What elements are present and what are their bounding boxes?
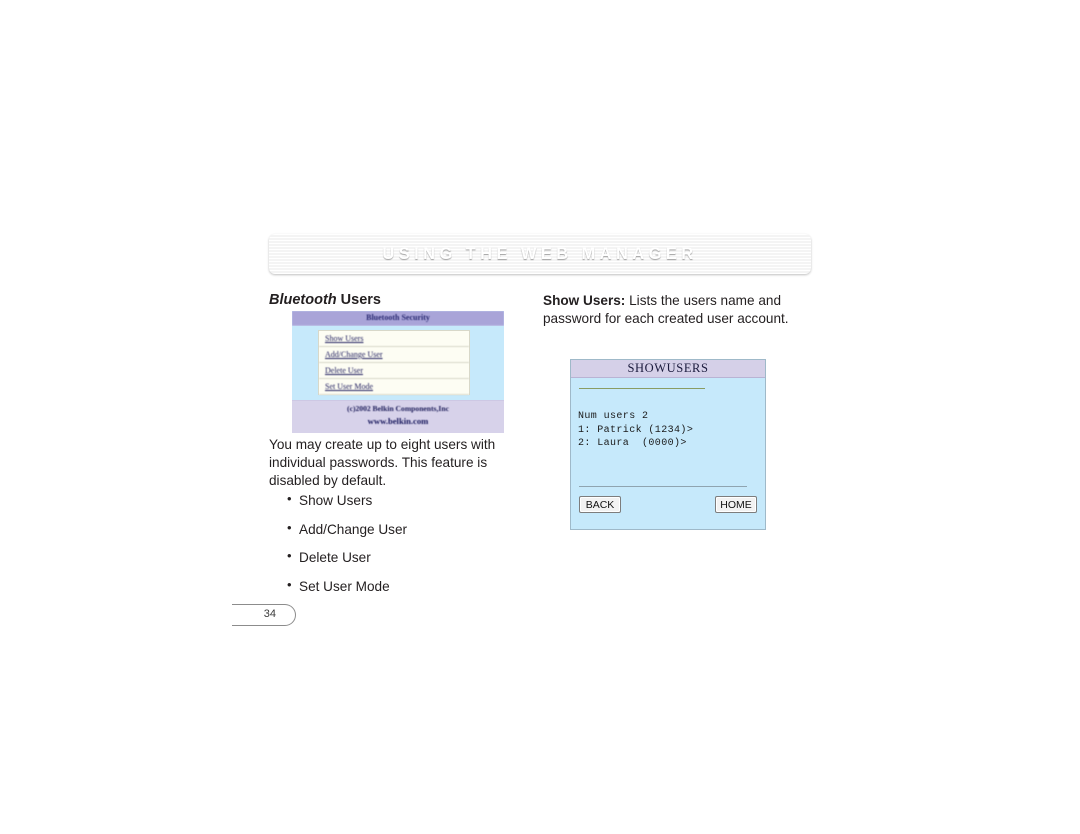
section-heading-emphasis: Bluetooth xyxy=(269,292,337,308)
page-number-tab: 34 xyxy=(232,604,296,626)
web-manager-screenshot: Bluetooth Security Show Users Add/Change… xyxy=(292,311,504,433)
web-menu-link-show-users: Show Users xyxy=(325,334,364,343)
bullet-add-change-user: Add/Change User xyxy=(287,521,509,538)
web-manager-copyright: (c)2002 Belkin Components,Inc xyxy=(347,404,449,413)
lcd-line-num-users: Num users 2 xyxy=(578,411,649,422)
section-heading: Bluetooth Users xyxy=(269,292,505,309)
web-manager-body: Show Users Add/Change User Delete User S… xyxy=(292,326,504,400)
right-column: Show Users: Lists the users name and pas… xyxy=(543,292,809,328)
web-menu-link-set-user-mode: Set User Mode xyxy=(325,382,373,391)
bullet-set-user-mode: Set User Mode xyxy=(287,578,509,595)
web-manager-menu: Show Users Add/Change User Delete User S… xyxy=(318,330,470,395)
left-paragraph: You may create up to eight users with in… xyxy=(269,437,496,489)
lcd-home-button[interactable]: HOME xyxy=(715,496,757,513)
document-page: USING THE WEB MANAGER Bluetooth Users Bl… xyxy=(0,0,1080,834)
lcd-showusers-screen: SHOWUSERS Num users 2 1: Patrick (1234)>… xyxy=(570,359,766,530)
lcd-bottom-divider xyxy=(579,486,747,487)
show-users-description: Show Users: Lists the users name and pas… xyxy=(543,292,809,328)
web-menu-link-delete-user: Delete User xyxy=(325,366,363,375)
lcd-title: SHOWUSERS xyxy=(571,360,765,378)
banner-title: USING THE WEB MANAGER xyxy=(382,245,698,263)
lcd-top-divider xyxy=(579,388,705,389)
web-menu-item-set-user-mode[interactable]: Set User Mode xyxy=(319,379,469,395)
section-banner: USING THE WEB MANAGER xyxy=(269,234,811,274)
web-manager-titlebar: Bluetooth Security xyxy=(292,311,504,326)
web-menu-item-delete-user[interactable]: Delete User xyxy=(319,363,469,379)
lcd-line-user-2[interactable]: 2: Laura (0000)> xyxy=(578,437,758,451)
bullet-show-users: Show Users xyxy=(287,492,509,509)
show-users-lead: Show Users: xyxy=(543,293,626,308)
lcd-back-button[interactable]: BACK xyxy=(579,496,621,513)
section-heading-rest: Users xyxy=(336,292,381,308)
lcd-line-user-1[interactable]: 1: Patrick (1234)> xyxy=(578,424,758,438)
bullet-delete-user: Delete User xyxy=(287,550,509,566)
page-number: 34 xyxy=(263,608,276,620)
web-menu-link-add-change-user: Add/Change User xyxy=(325,350,383,359)
lcd-content: Num users 2 1: Patrick (1234)> 2: Laura … xyxy=(578,410,758,451)
web-menu-item-add-change-user[interactable]: Add/Change User xyxy=(319,347,469,363)
feature-bullet-list: Show Users Add/Change User Delete User S… xyxy=(269,492,509,595)
web-manager-footer: (c)2002 Belkin Components,Inc www.belkin… xyxy=(292,400,504,433)
left-column-text: You may create up to eight users with in… xyxy=(269,436,509,608)
web-manager-url[interactable]: www.belkin.com xyxy=(292,415,504,428)
web-menu-item-show-users[interactable]: Show Users xyxy=(319,331,469,347)
